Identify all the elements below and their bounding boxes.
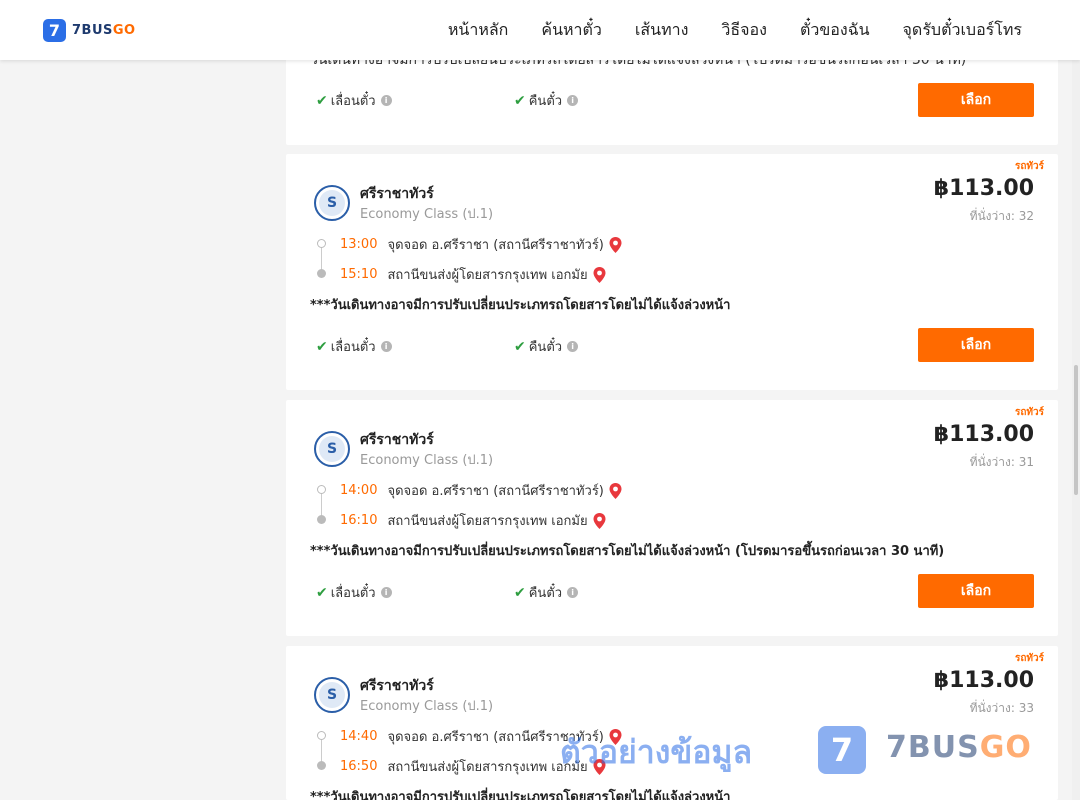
select-button[interactable]: เลือก xyxy=(918,328,1034,362)
check-icon: ✔ xyxy=(514,92,526,109)
trip-card: รถทัวร์ S ศรีราชาทัวร์ Economy Class (ป.… xyxy=(286,400,1058,636)
top-navbar: 7 7BUSGO หน้าหลัก ค้นหาตั๋ว เส้นทาง วิธี… xyxy=(0,0,1080,60)
nav-how-to-book[interactable]: วิธีจอง xyxy=(721,18,767,43)
operator-logo: S xyxy=(314,185,350,221)
arrival-dot xyxy=(317,269,326,278)
arrival-dot xyxy=(317,515,326,524)
policy-change: ✔ เลื่อนตั๋ว i xyxy=(316,582,392,603)
departure-time: 13:00 xyxy=(340,237,378,252)
policy-refund: ✔ คืนตั๋ว i xyxy=(514,336,579,357)
map-pin-icon[interactable] xyxy=(609,236,622,253)
departure-dot xyxy=(317,731,326,740)
nav-home[interactable]: หน้าหลัก xyxy=(448,18,509,43)
departure-stop: 14:00 จุดจอด อ.ศรีราชา (สถานีศรีราชาทัวร… xyxy=(340,480,622,501)
policy-change-label: เลื่อนตั๋ว xyxy=(330,94,376,109)
policy-refund-label: คืนตั๋ว xyxy=(528,340,563,355)
seats-available: ที่นั่งว่าง: 32 xyxy=(969,209,1034,223)
check-icon: ✔ xyxy=(514,338,526,355)
nav-my-tickets[interactable]: ตั๋วของฉัน xyxy=(800,18,870,43)
bus-type-tag: รถทัวร์ xyxy=(1014,407,1044,418)
arrival-stop: 15:10 สถานีขนส่งผู้โดยสารกรุงเทพ เอกมัย xyxy=(340,264,606,285)
departure-stop: 13:00 จุดจอด อ.ศรีราชา (สถานีศรีราชาทัวร… xyxy=(340,234,622,255)
departure-time: 14:00 xyxy=(340,483,378,498)
bus-class: Economy Class (ป.1) xyxy=(360,453,494,468)
page-scrollbar[interactable] xyxy=(1072,60,1080,800)
bus-type-tag: รถทัวร์ xyxy=(1014,161,1044,172)
trip-notice: ***วันเดินทางอาจมีการปรับเปลี่ยนประเภทรถ… xyxy=(310,790,731,800)
nav-routes[interactable]: เส้นทาง xyxy=(635,18,689,43)
arrival-stop: 16:10 สถานีขนส่งผู้โดยสารกรุงเทพ เอกมัย xyxy=(340,510,606,531)
nav-search-ticket[interactable]: ค้นหาตั๋ว xyxy=(541,18,602,43)
arrival-time: 16:50 xyxy=(340,759,378,774)
info-icon[interactable]: i xyxy=(380,341,392,352)
trip-notice: ***วันเดินทางอาจมีการปรับเปลี่ยนประเภทรถ… xyxy=(310,298,731,313)
operator-logo: S xyxy=(314,677,350,713)
watermark-logo-icon: 7 xyxy=(818,726,866,774)
watermark-brand: 7BUSGO xyxy=(886,730,1032,765)
departure-time: 14:40 xyxy=(340,729,378,744)
departure-dot xyxy=(317,485,326,494)
watermark-sample-data: ตัวอย่างข้อมูล xyxy=(560,733,753,771)
seats-available: ที่นั่งว่าง: 33 xyxy=(969,701,1034,715)
policy-change-label: เลื่อนตั๋ว xyxy=(330,340,376,355)
policy-refund-label: คืนตั๋ว xyxy=(528,94,563,109)
policy-refund: ✔ คืนตั๋ว i xyxy=(514,582,579,603)
logo-mark-icon: 7 xyxy=(43,19,66,42)
departure-stop-name: จุดจอด อ.ศรีราชา (สถานีศรีราชาทัวร์) xyxy=(387,484,604,499)
info-icon[interactable]: i xyxy=(380,95,392,106)
seats-available: ที่นั่งว่าง: 31 xyxy=(969,455,1034,469)
bus-class: Economy Class (ป.1) xyxy=(360,699,494,714)
check-icon: ✔ xyxy=(316,92,328,109)
policy-change: ✔ เลื่อนตั๋ว i xyxy=(316,90,392,111)
check-icon: ✔ xyxy=(316,584,328,601)
policy-refund: ✔ คืนตั๋ว i xyxy=(514,90,579,111)
bus-class: Economy Class (ป.1) xyxy=(360,207,494,222)
policy-change-label: เลื่อนตั๋ว xyxy=(330,586,376,601)
select-button[interactable]: เลือก xyxy=(918,83,1034,117)
trip-card: รถทัวร์ S ศรีราชาทัวร์ Economy Class (ป.… xyxy=(286,154,1058,390)
operator-name: ศรีราชาทัวร์ xyxy=(360,432,434,448)
operator-logo: S xyxy=(314,431,350,467)
arrival-stop-name: สถานีขนส่งผู้โดยสารกรุงเทพ เอกมัย xyxy=(387,268,588,283)
info-icon[interactable]: i xyxy=(380,587,392,598)
scrollbar-thumb[interactable] xyxy=(1074,365,1078,495)
logo-brand: 7BUSGO xyxy=(72,23,136,38)
info-icon[interactable]: i xyxy=(567,587,579,598)
operator-name: ศรีราชาทัวร์ xyxy=(360,678,434,694)
select-button[interactable]: เลือก xyxy=(918,574,1034,608)
operator-name: ศรีราชาทัวร์ xyxy=(360,186,434,202)
map-pin-icon[interactable] xyxy=(609,482,622,499)
map-pin-icon[interactable] xyxy=(593,512,606,529)
arrival-dot xyxy=(317,761,326,770)
info-icon[interactable]: i xyxy=(567,95,579,106)
arrival-time: 15:10 xyxy=(340,267,378,282)
check-icon: ✔ xyxy=(316,338,328,355)
info-icon[interactable]: i xyxy=(567,341,579,352)
ticket-price: ฿113.00 xyxy=(933,176,1034,201)
main-nav: หน้าหลัก ค้นหาตั๋ว เส้นทาง วิธีจอง ตั๋วข… xyxy=(415,0,1022,60)
policy-change: ✔ เลื่อนตั๋ว i xyxy=(316,336,392,357)
arrival-stop-name: สถานีขนส่งผู้โดยสารกรุงเทพ เอกมัย xyxy=(387,760,588,775)
arrival-time: 16:10 xyxy=(340,513,378,528)
arrival-stop-name: สถานีขนส่งผู้โดยสารกรุงเทพ เอกมัย xyxy=(387,514,588,529)
bus-type-tag: รถทัวร์ xyxy=(1014,653,1044,664)
map-pin-icon[interactable] xyxy=(593,266,606,283)
trip-notice: ***วันเดินทางอาจมีการปรับเปลี่ยนประเภทรถ… xyxy=(310,544,945,559)
policy-refund-label: คืนตั๋ว xyxy=(528,586,563,601)
departure-dot xyxy=(317,239,326,248)
ticket-price: ฿113.00 xyxy=(933,668,1034,693)
departure-stop-name: จุดจอด อ.ศรีราชา (สถานีศรีราชาทัวร์) xyxy=(387,238,604,253)
ticket-price: ฿113.00 xyxy=(933,422,1034,447)
nav-ticket-pickup[interactable]: จุดรับตั๋วเบอร์โทร xyxy=(903,18,1022,43)
check-icon: ✔ xyxy=(514,584,526,601)
site-logo[interactable]: 7 7BUSGO xyxy=(43,19,136,42)
